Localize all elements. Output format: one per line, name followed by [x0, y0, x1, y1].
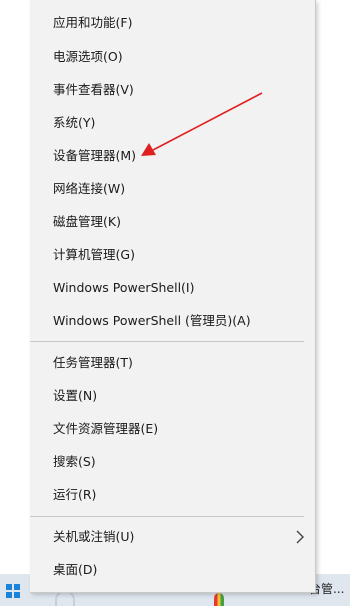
chevron-right-icon	[296, 530, 304, 544]
menu-separator	[30, 341, 304, 342]
start-button[interactable]	[0, 574, 30, 606]
menu-item-network-connections[interactable]: 网络连接(W)	[53, 177, 125, 201]
menu-item-event-viewer[interactable]: 事件查看器(V)	[53, 78, 134, 102]
menu-item-device-manager[interactable]: 设备管理器(M)	[53, 144, 136, 168]
menu-item-computer-management[interactable]: 计算机管理(G)	[53, 243, 135, 267]
windows-logo-icon	[6, 584, 20, 598]
chrome-icon[interactable]	[214, 593, 224, 606]
menu-item-settings[interactable]: 设置(N)	[53, 384, 97, 408]
menu-item-shutdown-or-sign-out[interactable]: 关机或注销(U)	[53, 525, 134, 549]
menu-item-desktop[interactable]: 桌面(D)	[53, 558, 97, 582]
menu-item-windows-powershell-admin[interactable]: Windows PowerShell (管理员)(A)	[53, 309, 251, 333]
menu-separator	[30, 516, 304, 517]
menu-item-search[interactable]: 搜索(S)	[53, 450, 96, 474]
screen: 台管... 应用和功能(F) 电源选项(O) 事件查看器(V) 系统(Y) 设备…	[0, 0, 350, 606]
menu-item-run[interactable]: 运行(R)	[53, 483, 96, 507]
menu-item-disk-management[interactable]: 磁盘管理(K)	[53, 210, 121, 234]
menu-item-apps-and-features[interactable]: 应用和功能(F)	[53, 11, 132, 35]
menu-item-power-options[interactable]: 电源选项(O)	[53, 45, 123, 69]
menu-item-file-explorer[interactable]: 文件资源管理器(E)	[53, 417, 158, 441]
winx-context-menu: 应用和功能(F) 电源选项(O) 事件查看器(V) 系统(Y) 设备管理器(M)…	[30, 0, 316, 593]
menu-item-system[interactable]: 系统(Y)	[53, 111, 95, 135]
menu-item-windows-powershell[interactable]: Windows PowerShell(I)	[53, 276, 195, 300]
menu-item-task-manager[interactable]: 任务管理器(T)	[53, 351, 133, 375]
